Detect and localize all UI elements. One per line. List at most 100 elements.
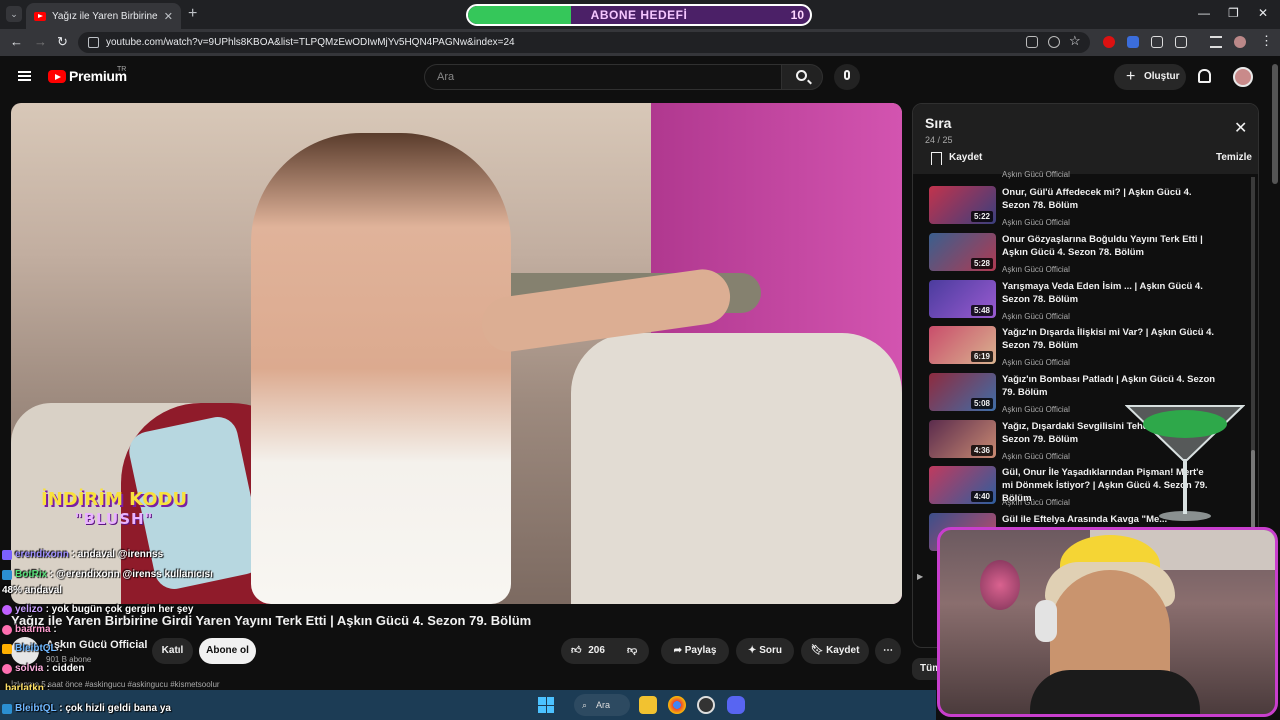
playlist-item-title: Onur Gözyaşlarına Boğuldu Yayını Terk Et…: [1002, 234, 1203, 258]
join-button[interactable]: Katıl: [152, 638, 193, 664]
like-count[interactable]: 206: [588, 645, 605, 656]
share-label: Paylaş: [684, 645, 717, 656]
webcam-scene-headset: [1035, 600, 1057, 642]
chat-message: baarma :: [2, 624, 57, 635]
playlist-scrollbar-thumb[interactable]: [1251, 450, 1255, 530]
profile-avatar-icon[interactable]: [1234, 36, 1246, 48]
cast-icon[interactable]: [1026, 36, 1038, 48]
account-avatar[interactable]: [1233, 67, 1253, 87]
thumbs-down-icon[interactable]: 👎︎: [627, 638, 637, 664]
like-dislike-group: 👍︎ 206 👎︎: [561, 638, 649, 664]
playlist-item-thumbnail: 4:40: [929, 466, 996, 504]
windows-start-icon[interactable]: [538, 697, 554, 713]
playlist-clear-button[interactable]: Temizle: [1216, 152, 1252, 163]
video-player[interactable]: İNDİRİM KODU "BLUSH": [11, 103, 902, 604]
window-close-button[interactable]: ✕: [1258, 6, 1268, 20]
playlist-item-channel: Aşkın Gücü Official: [1002, 265, 1070, 274]
more-actions-button[interactable]: ⋯: [875, 638, 901, 664]
window-minimize-button[interactable]: —: [1198, 6, 1210, 20]
reload-icon[interactable]: ↻: [57, 34, 68, 50]
search-button[interactable]: [781, 64, 823, 90]
youtube-favicon-icon: [34, 11, 46, 21]
playlist-title: Sıra: [925, 115, 952, 131]
back-arrow-icon[interactable]: ←: [10, 34, 23, 49]
playlist-item[interactable]: 5:48 Yarışmaya Veda Eden İsim ... | Aşkı…: [929, 280, 1239, 324]
sub-goal-title: ABONE HEDEFİ: [590, 8, 688, 22]
playlist-item[interactable]: 6:19 Yağız'ın Dışarda İlişkisi mi Var? |…: [929, 326, 1239, 370]
playlist-item-thumbnail: 5:22: [929, 186, 996, 224]
url-text: youtube.com/watch?v=9UPhls8KBOA&list=TLP…: [106, 37, 515, 48]
tab-title: Yağız ile Yaren Birbirine Girdi Yar: [52, 10, 158, 22]
taskbar-search[interactable]: ⌕ Ara: [574, 694, 630, 716]
chat-badge-icon: [2, 704, 12, 714]
playlist-position: 24 / 25: [925, 135, 953, 145]
hamburger-menu-icon[interactable]: [18, 71, 31, 81]
new-tab-button[interactable]: +: [188, 5, 197, 23]
playlist-item-duration: 6:19: [970, 351, 993, 362]
playlist-item[interactable]: 5:28 Onur Gözyaşlarına Boğuldu Yayını Te…: [929, 233, 1239, 277]
ask-label: Soru: [759, 645, 782, 656]
taskbar-search-label: Ara: [596, 700, 611, 710]
thumbs-up-icon[interactable]: 👍︎: [571, 645, 581, 656]
page-scrollbar-thumb[interactable]: [1272, 64, 1278, 184]
youtube-logo-icon[interactable]: [48, 70, 66, 83]
browser-menu-icon[interactable]: ⋮: [1260, 33, 1273, 49]
create-button[interactable]: + Oluştur: [1114, 64, 1186, 90]
search-input[interactable]: Ara: [424, 64, 781, 90]
sub-goal-overlay: ABONE HEDEFİ 10: [466, 4, 812, 26]
browser-tab-active[interactable]: Yağız ile Yaren Birbirine Girdi Yar ✕: [26, 3, 181, 29]
chat-message: BleibtQL : çok hizli geldi bana ya: [2, 703, 171, 714]
eye-off-icon[interactable]: [1048, 36, 1060, 48]
play-arrow-icon[interactable]: ▶: [917, 572, 923, 581]
martini-glass-stem: [1183, 460, 1187, 514]
address-bar[interactable]: youtube.com/watch?v=9UPhls8KBOA&list=TLP…: [78, 32, 1090, 53]
video-scene-chair-right: [571, 333, 902, 604]
chrome-icon[interactable]: [668, 696, 686, 714]
playlist-item-channel: Aşkın Gücü Official: [1002, 405, 1070, 414]
tab-list-button[interactable]: ⌄: [6, 6, 22, 22]
playlist-item-duration: 5:08: [970, 398, 993, 409]
playlist-header: Sıra 24 / 25 ✕ Kaydet Temizle: [913, 104, 1258, 174]
playlist-item-channel: Aşkın Gücü Official: [1002, 218, 1070, 227]
extension-icon[interactable]: [1151, 36, 1163, 48]
discord-icon[interactable]: [727, 696, 745, 714]
playlist-item-thumbnail: 5:48: [929, 280, 996, 318]
share-arrow-icon: ➦: [673, 645, 685, 656]
martini-glass-overlay: [1125, 405, 1245, 521]
playlist-item[interactable]: 5:22 Onur, Gül'ü Affedecek mi? | Aşkın G…: [929, 186, 1239, 230]
notifications-bell-icon[interactable]: [1198, 69, 1211, 83]
bookmark-star-icon[interactable]: ☆: [1069, 33, 1081, 49]
sub-goal-count: 10: [790, 8, 804, 22]
playlist-save-button[interactable]: Kaydet: [931, 152, 982, 165]
extension-red-icon[interactable]: [1103, 36, 1115, 48]
extension-blue-icon[interactable]: [1127, 36, 1139, 48]
forward-arrow-icon[interactable]: →: [34, 34, 47, 49]
window-maximize-button[interactable]: ❐: [1228, 6, 1239, 20]
playlist-item-channel: Aşkın Gücü Official: [1002, 358, 1070, 367]
chat-badge-icon: [2, 570, 12, 580]
chat-message: BotRix : @erendixonn @irenss kullanıcısı: [2, 569, 213, 580]
playlist-item-title: Yağız'ın Bombası Patladı | Aşkın Gücü 4.…: [1002, 374, 1216, 398]
reading-list-icon[interactable]: [1210, 36, 1222, 48]
share-button[interactable]: ➦ Paylaş: [661, 638, 729, 664]
subscribe-button[interactable]: Abone ol: [199, 638, 256, 664]
playlist-item[interactable]: Aşkın Gücü Official: [929, 170, 1239, 180]
ask-button[interactable]: ✦ Soru: [736, 638, 794, 664]
playlist-item-thumbnail: 4:36: [929, 420, 996, 458]
save-button[interactable]: 🔖︎ Kaydet: [801, 638, 869, 664]
playlist-item-title: Onur, Gül'ü Affedecek mi? | Aşkın Gücü 4…: [1002, 187, 1192, 211]
extensions-puzzle-icon[interactable]: [1175, 36, 1187, 48]
tab-close-icon[interactable]: ✕: [164, 10, 173, 23]
chat-text: : çok hizli geldi bana ya: [59, 703, 171, 714]
chat-badge-icon: [2, 664, 12, 674]
video-scene-person: [251, 133, 511, 604]
obs-icon[interactable]: [697, 696, 715, 714]
voice-search-button[interactable]: [834, 64, 860, 90]
site-info-icon[interactable]: [88, 37, 99, 48]
chat-message: yelizo : yok bugün çok gergin her şey: [2, 604, 193, 615]
close-icon[interactable]: ✕: [1234, 118, 1247, 138]
chat-username: BleibtQL: [15, 703, 57, 714]
file-explorer-icon[interactable]: [639, 696, 657, 714]
chat-text: : @erendixonn @irenss kullanıcısı: [50, 569, 213, 580]
playlist-item-duration: 5:22: [970, 211, 993, 222]
